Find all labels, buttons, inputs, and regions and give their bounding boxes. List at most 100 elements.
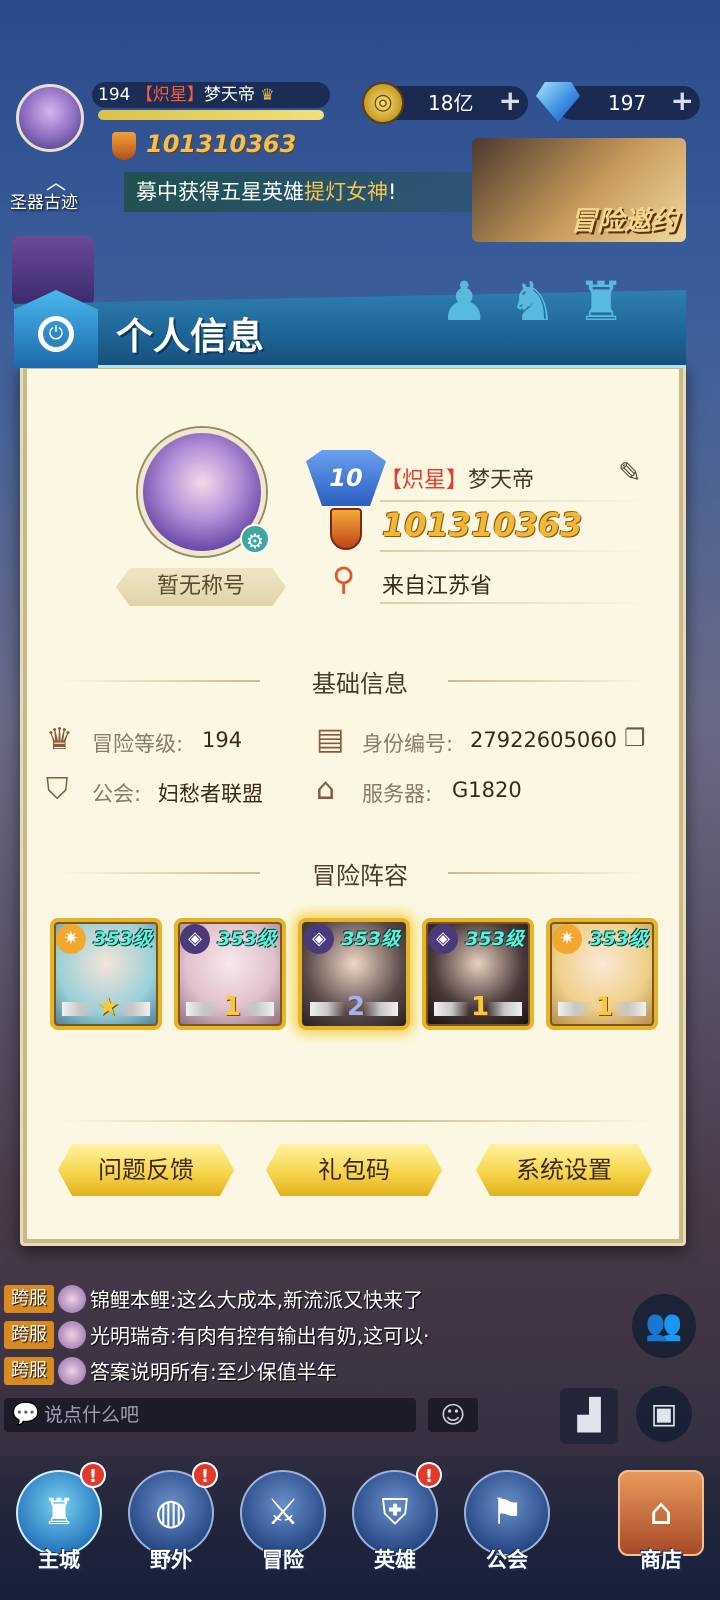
crown-icon: ♛ — [260, 85, 275, 104]
chevron-up-icon[interactable]: ︿ — [36, 166, 76, 194]
nav-guild[interactable]: ⚑ 公会 — [452, 1462, 562, 1592]
cross-server-tag: 跨服 — [4, 1320, 54, 1349]
hero-card[interactable]: ◈ 353级 1 — [422, 918, 534, 1030]
guild-tag: 【炽星】 — [135, 85, 204, 105]
section-divider-right — [448, 680, 648, 682]
leaderboard-icon[interactable]: ▟ — [560, 1388, 618, 1444]
hero-level: 353级 — [589, 928, 648, 950]
guild-label: 公会: — [92, 782, 142, 806]
holy-relic-ruins-link[interactable]: 圣器古迹 — [10, 188, 78, 213]
crown-icon: ♛ — [46, 722, 73, 757]
player-uid: 101310363 — [146, 130, 297, 158]
copy-icon[interactable]: ❐ — [624, 724, 646, 752]
profile-guild-tag: 【炽星】 — [380, 468, 469, 493]
hero-star-rank: 1 — [594, 992, 614, 1022]
hero-star-rank: 1 — [222, 992, 242, 1022]
hero-card[interactable]: ◈ 353级 2 — [298, 918, 410, 1030]
profile-name: 【炽星】梦天帝 — [380, 462, 534, 494]
nav-heroes[interactable]: ⛨ 英雄 ! — [340, 1462, 450, 1592]
id-number-value: 27922605060 — [470, 728, 617, 752]
hero-card[interactable]: ✷ 353级 ★ — [50, 918, 162, 1030]
player-avatar[interactable] — [16, 84, 84, 152]
server-icon: ⌂ — [316, 772, 336, 807]
light-element-icon: ✷ — [552, 924, 582, 954]
hero-level: 353级 — [93, 928, 152, 950]
gem-resource: 197 + — [556, 84, 700, 120]
hero-star-rank: ★ — [96, 992, 120, 1022]
divider — [380, 550, 650, 552]
dark-element-icon: ◈ — [304, 924, 334, 954]
title-badge[interactable]: 暂无称号 — [116, 568, 286, 606]
chat-text: 锦鲤本鲤:这么大成本,新流派又快来了 — [90, 1288, 424, 1312]
chest-icon[interactable]: ▣ — [636, 1386, 692, 1442]
chat-message[interactable]: 跨服 答案说明所有:至少保值半年 — [4, 1356, 337, 1390]
player-name: 梦天帝 — [203, 85, 255, 105]
marquee-hero-name: 提灯女神 — [304, 180, 388, 204]
profile-name-text: 梦天帝 — [468, 468, 535, 493]
adventure-invite-label: 冒险邀约 — [570, 206, 678, 237]
divider — [56, 1120, 656, 1122]
gift-code-button[interactable]: 礼包码 — [266, 1144, 442, 1196]
nav-wild[interactable]: ◍ 野外 ! — [116, 1462, 226, 1592]
chat-bubble-icon: 💬 — [12, 1402, 40, 1427]
player-level: 194 — [98, 85, 131, 105]
nav-label: 野外 — [150, 1548, 192, 1572]
add-gold-plus-icon[interactable]: + — [499, 84, 522, 118]
power-icon: ⏻ — [38, 316, 74, 352]
friends-icon[interactable]: 👥 — [632, 1294, 696, 1358]
hero-level: 353级 — [341, 928, 400, 950]
profile-uid: 101310363 — [382, 506, 583, 544]
section-divider-right — [448, 872, 648, 874]
nav-shop[interactable]: ⌂ 商店 — [606, 1462, 716, 1592]
nav-adventure[interactable]: ⚔ 冒险 — [228, 1462, 338, 1592]
alert-badge: ! — [80, 1462, 106, 1488]
hero-card[interactable]: ◈ 353级 1 — [174, 918, 286, 1030]
marquee-suffix: ! — [388, 180, 397, 204]
chat-message[interactable]: 跨服 锦鲤本鲤:这么大成本,新流派又快来了 — [4, 1284, 423, 1318]
hero-level: 353级 — [465, 928, 524, 950]
nav-label: 主城 — [38, 1548, 80, 1572]
adventure-level-value: 194 — [202, 728, 243, 752]
divider — [380, 602, 650, 604]
light-element-icon: ✷ — [56, 924, 86, 954]
adventure-invite-button[interactable]: 冒险邀约 — [472, 138, 686, 242]
marquee-text: 募中获得五星英雄 — [136, 180, 304, 204]
location-text: 来自江苏省 — [382, 574, 493, 599]
chat-message[interactable]: 跨服 光明瑞奇:有肉有控有输出有奶,这可以· — [4, 1320, 429, 1354]
location-icon: ⚲ — [332, 560, 356, 598]
player-name-bar: 194 【炽星】梦天帝 ♛ — [92, 82, 330, 108]
hero-star-rank: 2 — [346, 992, 366, 1022]
dark-element-icon: ◈ — [428, 924, 458, 954]
cross-server-tag: 跨服 — [4, 1284, 54, 1313]
alert-badge: ! — [192, 1462, 218, 1488]
dark-element-icon: ◈ — [180, 924, 210, 954]
decorative-figures-icon: ♟♞♜ — [440, 270, 646, 333]
nav-main-city[interactable]: ♜ 主城 ! — [4, 1462, 114, 1592]
gold-coin-icon: ◎ — [362, 82, 404, 124]
chat-avatar — [58, 1284, 86, 1313]
guild-value: 妇愁者联盟 — [158, 782, 263, 806]
server-label: 服务器: — [362, 782, 433, 806]
chat-input[interactable]: 说点什么吧 — [4, 1398, 416, 1432]
gear-icon[interactable]: ⚙ — [240, 524, 270, 554]
hero-card[interactable]: ✷ 353级 1 — [546, 918, 658, 1030]
nav-label: 公会 — [486, 1548, 528, 1572]
guild-icon: ⛉ — [46, 772, 69, 807]
server-value: G1820 — [452, 778, 522, 802]
emoji-button[interactable]: ☺ — [428, 1398, 478, 1432]
id-card-icon: ▤ — [316, 722, 345, 757]
id-number-label: 身份编号: — [362, 732, 454, 756]
alert-badge: ! — [416, 1462, 442, 1488]
chat-avatar — [58, 1356, 86, 1385]
chat-text: 答案说明所有:至少保值半年 — [90, 1360, 337, 1384]
gem-amount: 197 — [608, 91, 647, 115]
edit-icon[interactable]: ✎ — [618, 456, 648, 492]
nav-label: 英雄 — [374, 1548, 416, 1572]
adventure-level-label: 冒险等级: — [92, 732, 184, 756]
panel-title: 个人信息 — [116, 315, 264, 358]
gold-amount: 18亿 — [428, 91, 474, 115]
system-settings-button[interactable]: 系统设置 — [476, 1144, 652, 1196]
add-gems-plus-icon[interactable]: + — [671, 84, 694, 118]
feedback-button[interactable]: 问题反馈 — [58, 1144, 234, 1196]
cross-server-tag: 跨服 — [4, 1356, 54, 1385]
